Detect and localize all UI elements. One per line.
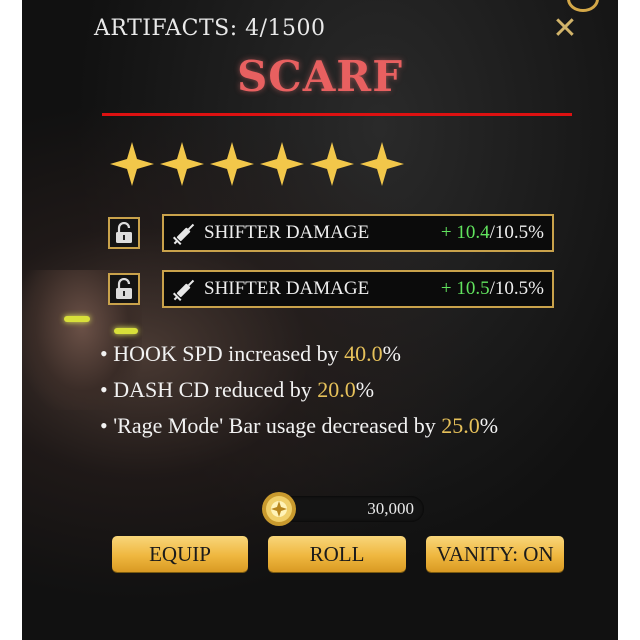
roll-cost: 30,000 <box>260 490 430 526</box>
syringe-icon <box>172 279 195 302</box>
effects-list: • HOOK SPD increased by 40.0% • DASH CD … <box>100 336 580 444</box>
star-icon <box>260 142 304 186</box>
effect-value: 20.0 <box>317 377 356 402</box>
artifact-panel: ARTIFACTS: 4/1500 ✕ SCARF SHIFTER DAMAGE… <box>22 0 618 640</box>
roll-button[interactable]: ROLL <box>268 536 406 572</box>
stat-value: + 10.4/10.5% <box>441 222 544 244</box>
effect-text: DASH CD reduced by <box>113 377 318 402</box>
effect-line: • HOOK SPD increased by 40.0% <box>100 336 580 372</box>
bullet: • <box>100 341 108 366</box>
artifacts-count: ARTIFACTS: 4/1500 <box>94 16 326 41</box>
stat-value: + 10.5/10.5% <box>441 278 544 300</box>
vanity-toggle-button[interactable]: VANITY: ON <box>426 536 564 572</box>
rarity-stars <box>108 140 406 190</box>
cost-bar: 30,000 <box>278 496 424 522</box>
titan-eye-left <box>64 316 90 322</box>
effect-text: HOOK SPD increased by <box>113 341 345 366</box>
stat-max: /10.5% <box>489 278 544 299</box>
stat-name: SHIFTER DAMAGE <box>204 222 370 243</box>
star-icon <box>160 142 204 186</box>
stat-box: SHIFTER DAMAGE + 10.4/10.5% <box>162 214 554 252</box>
unlock-toggle[interactable] <box>108 217 140 249</box>
item-title: SCARF <box>236 52 404 101</box>
star-icon <box>110 142 154 186</box>
effect-text: 'Rage Mode' Bar usage decreased by <box>113 413 442 438</box>
gold-coin-icon <box>262 492 296 526</box>
unlocked-padlock-icon <box>116 278 132 299</box>
title-divider <box>102 113 572 116</box>
stat-current: + 10.5 <box>440 278 490 299</box>
effect-value: 40.0 <box>344 341 383 366</box>
effect-unit: % <box>355 377 375 402</box>
stat-max: /10.5% <box>489 222 544 243</box>
effect-unit: % <box>479 413 499 438</box>
syringe-icon <box>172 223 195 246</box>
effect-value: 25.0 <box>441 413 480 438</box>
stat-name: SHIFTER DAMAGE <box>204 278 370 299</box>
effect-line: • DASH CD reduced by 20.0% <box>100 372 580 408</box>
stat-box: SHIFTER DAMAGE + 10.5/10.5% <box>162 270 554 308</box>
star-icon <box>210 142 254 186</box>
cost-amount: 30,000 <box>367 499 414 518</box>
equip-button[interactable]: EQUIP <box>112 536 248 572</box>
effect-line: • 'Rage Mode' Bar usage decreased by 25.… <box>100 408 580 444</box>
star-icon <box>360 142 404 186</box>
effect-unit: % <box>382 341 401 366</box>
titan-eye-right <box>114 328 138 334</box>
close-icon[interactable]: ✕ <box>550 14 580 44</box>
unlock-toggle[interactable] <box>108 273 140 305</box>
bullet: • <box>100 377 108 402</box>
unlocked-padlock-icon <box>116 222 132 243</box>
star-icon <box>310 142 354 186</box>
stat-current: + 10.4 <box>440 222 490 243</box>
bullet: • <box>100 413 108 438</box>
